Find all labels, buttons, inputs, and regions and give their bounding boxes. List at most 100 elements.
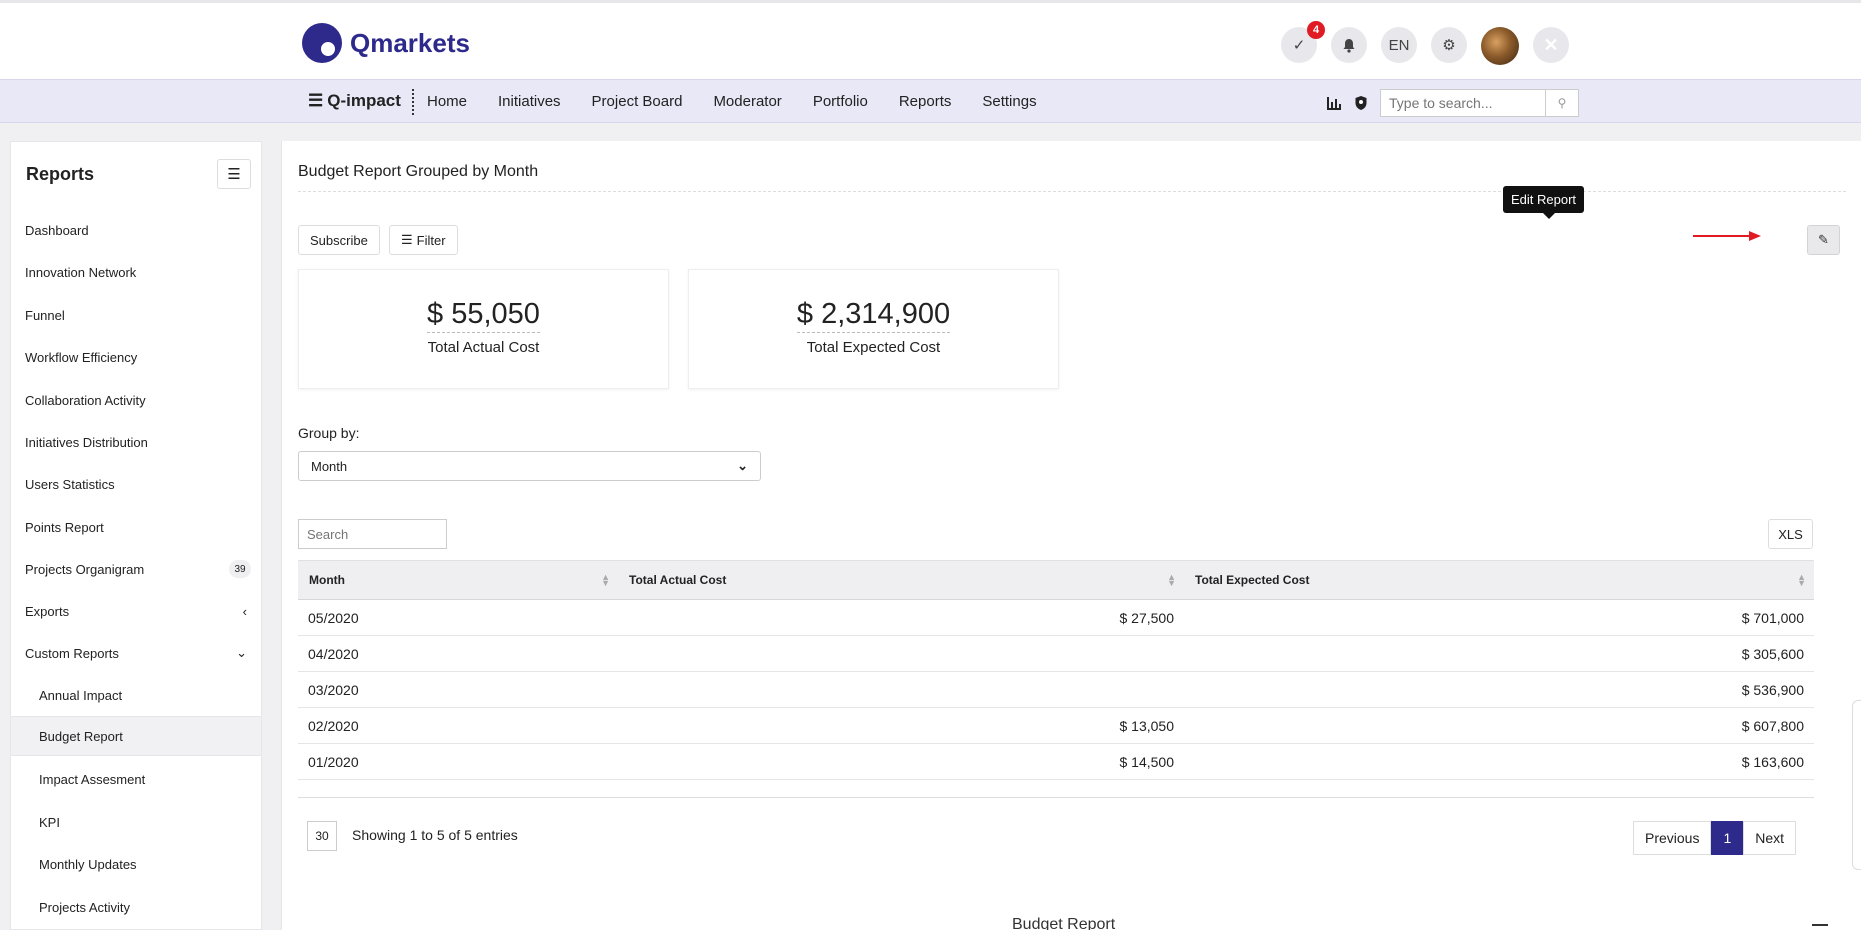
column-header-expected[interactable]: Total Expected Cost ▲ ▼: [1184, 561, 1814, 599]
column-label: Total Expected Cost: [1195, 573, 1310, 587]
edit-report-button[interactable]: ✎: [1807, 225, 1840, 255]
sidebar-item-label: Funnel: [25, 307, 65, 323]
user-shield-icon[interactable]: [1354, 95, 1368, 111]
sidebar-toggle-button[interactable]: ☰: [217, 159, 251, 189]
column-header-month[interactable]: Month ▲ ▼: [298, 561, 618, 599]
nav-item-moderator[interactable]: Moderator: [713, 93, 781, 110]
sidebar-item-label: Budget Report: [39, 728, 123, 744]
nav-item-project-board[interactable]: Project Board: [592, 93, 683, 110]
page-length-select[interactable]: 30: [307, 821, 337, 851]
global-search-button[interactable]: ⚲: [1546, 89, 1579, 117]
header-actions: ✓ 4 EN ⚙ ✕: [1281, 21, 1569, 65]
filter-button[interactable]: ☰ Filter: [389, 225, 458, 255]
sort-icon: ▲ ▼: [1167, 572, 1176, 588]
chevron-down-icon: ⌄: [737, 458, 748, 473]
notification-badge: 4: [1307, 21, 1325, 39]
sidebar-item-projects-activity[interactable]: Projects Activity: [11, 887, 261, 927]
side-drawer-handle[interactable]: [1852, 700, 1861, 870]
sidebar-item-label: Impact Assesment: [39, 771, 146, 787]
cell-expected: $ 701,000: [1741, 609, 1804, 626]
edit-report-tooltip: Edit Report: [1503, 186, 1585, 219]
collapse-icon[interactable]: [1812, 924, 1828, 926]
group-by-select[interactable]: Month ⌄: [298, 451, 761, 481]
table-row: 04/2020 $ 305,600: [298, 636, 1814, 672]
filter-button-label: Filter: [416, 232, 446, 248]
sidebar-item-monthly-updates[interactable]: Monthly Updates: [11, 844, 261, 884]
sidebar-item-label: Custom Reports: [25, 645, 119, 661]
sidebar-item-annual-impact[interactable]: Annual Impact: [11, 675, 261, 715]
nav-item-settings[interactable]: Settings: [982, 93, 1036, 110]
search-icon: ⚲: [1557, 96, 1567, 110]
sidebar-item-initiatives-distribution[interactable]: Initiatives Distribution: [11, 422, 261, 462]
nav-item-reports[interactable]: Reports: [899, 93, 952, 110]
close-icon: ✕: [1543, 34, 1559, 55]
sidebar-item-users-statistics[interactable]: Users Statistics: [11, 464, 261, 504]
sliders-icon: ☰: [401, 232, 413, 247]
table-row: 02/2020 $ 13,050 $ 607,800: [298, 708, 1814, 744]
sidebar-item-label: Monthly Updates: [39, 856, 137, 872]
tasks-check-icon: ✓: [1292, 37, 1306, 54]
kpi-card-actual: $ 55,050 Total Actual Cost: [298, 269, 669, 389]
logo[interactable]: Qmarkets: [302, 23, 470, 63]
sidebar-item-impact-assesment[interactable]: Impact Assesment: [11, 759, 261, 799]
bar-chart-icon[interactable]: [1326, 96, 1342, 111]
column-header-actual[interactable]: Total Actual Cost ▲ ▼: [618, 561, 1184, 599]
subscribe-button[interactable]: Subscribe: [298, 225, 380, 255]
cell-expected: $ 607,800: [1741, 717, 1804, 734]
cell-expected: $ 305,600: [1741, 645, 1804, 662]
sidebar-item-projects-organigram[interactable]: Projects Organigram 39: [11, 549, 261, 589]
sidebar-item-label: Initiatives Distribution: [25, 434, 148, 450]
sidebar-item-workflow-efficiency[interactable]: Workflow Efficiency: [11, 337, 261, 377]
nav-item-initiatives[interactable]: Initiatives: [498, 93, 561, 110]
sidebar-item-points-report[interactable]: Points Report: [11, 507, 261, 547]
nav-item-home[interactable]: Home: [427, 93, 467, 110]
table-search-input[interactable]: [298, 519, 447, 549]
group-by-label: Group by:: [298, 425, 360, 441]
sidebar-item-label: Innovation Network: [25, 264, 137, 280]
next-page-button[interactable]: Next: [1743, 821, 1797, 855]
nav-item-portfolio[interactable]: Portfolio: [813, 93, 868, 110]
sidebar-item-label: Projects Activity: [39, 899, 131, 915]
cell-actual: [618, 672, 1184, 707]
sidebar-item-funnel[interactable]: Funnel: [11, 295, 261, 335]
sidebar-item-innovation-network[interactable]: Innovation Network: [11, 252, 261, 292]
table-row: 01/2020 $ 14,500 $ 163,600: [298, 744, 1814, 780]
cell-actual: [618, 636, 1184, 671]
global-search-input[interactable]: [1380, 89, 1546, 117]
tasks-button[interactable]: ✓ 4: [1281, 21, 1325, 63]
sidebar-title: Reports: [26, 164, 95, 184]
xls-export-button[interactable]: XLS: [1768, 519, 1813, 549]
column-label: Total Actual Cost: [629, 573, 727, 587]
budget-table: Month ▲ ▼ Total Actual Cost ▲ ▼ Total Expe…: [298, 560, 1814, 780]
sidebar-item-custom-reports[interactable]: Custom Reports ⌄: [11, 633, 261, 673]
notifications-button[interactable]: [1331, 27, 1367, 63]
table-info: Showing 1 to 5 of 5 entries: [352, 827, 518, 843]
previous-page-button[interactable]: Previous: [1633, 821, 1712, 855]
user-avatar[interactable]: [1481, 27, 1519, 65]
sort-icon: ▲ ▼: [1797, 572, 1806, 588]
sidebar-item-label: Exports: [25, 603, 70, 619]
sidebar-item-label: Dashboard: [25, 222, 89, 238]
sidebar-item-exports[interactable]: Exports ‹: [11, 591, 261, 631]
language-button[interactable]: EN: [1381, 27, 1417, 63]
cell-actual: $ 13,050: [1119, 717, 1175, 734]
sidebar-item-label: Workflow Efficiency: [25, 349, 138, 365]
sidebar-item-budget-report[interactable]: Budget Report: [11, 716, 261, 756]
close-button[interactable]: ✕: [1533, 27, 1569, 63]
sidebar-item-dashboard[interactable]: Dashboard: [11, 210, 261, 250]
page-1-button[interactable]: 1: [1711, 821, 1744, 855]
sidebar-item-kpi[interactable]: KPI: [11, 802, 261, 842]
hamburger-icon: ☰: [308, 91, 324, 110]
kpi-label: Total Actual Cost: [427, 339, 540, 356]
menu-icon: ☰: [227, 166, 241, 183]
cell-month: 03/2020: [308, 681, 359, 698]
sidebar-item-label: KPI: [39, 814, 60, 830]
table-row: 05/2020 $ 27,500 $ 701,000: [298, 600, 1814, 636]
bell-icon: [1343, 38, 1355, 53]
nav-brand-menu[interactable]: ☰ Q-impact: [308, 91, 401, 111]
settings-button[interactable]: ⚙: [1431, 27, 1467, 63]
pagination: Previous 1 Next: [1633, 821, 1797, 855]
logo-text: Qmarkets: [350, 27, 470, 58]
sidebar-item-collaboration-activity[interactable]: Collaboration Activity: [11, 380, 261, 420]
nav-divider: [412, 89, 414, 115]
